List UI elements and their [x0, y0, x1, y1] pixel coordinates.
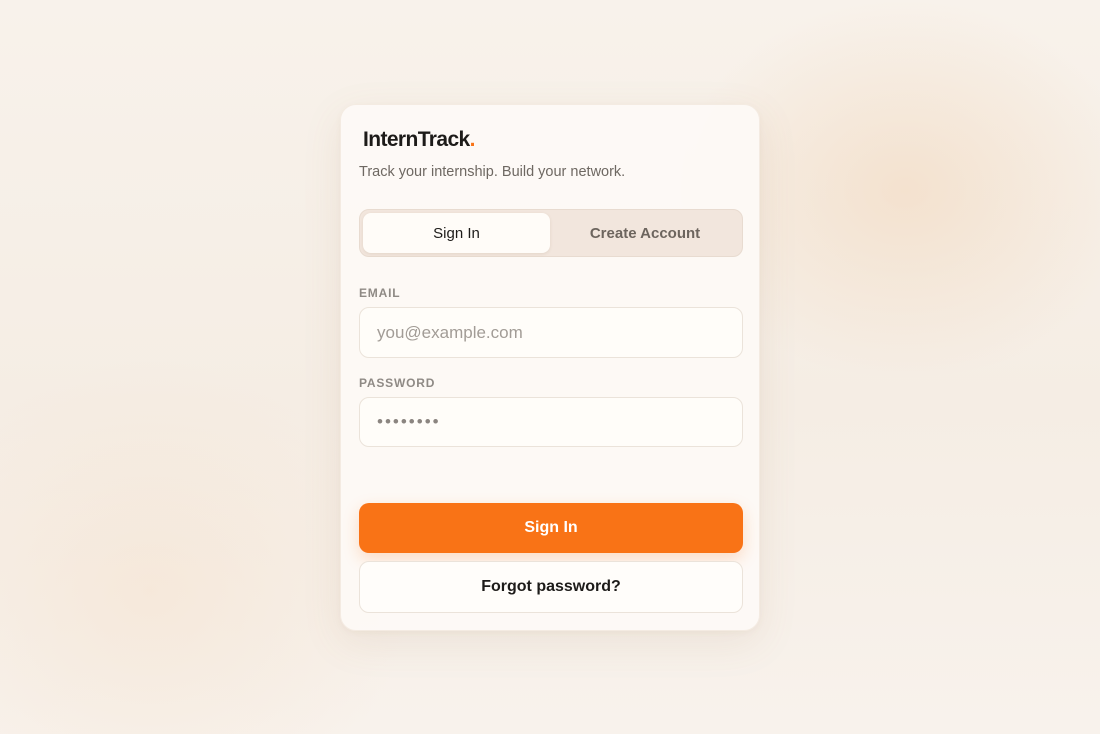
- email-label: EMAIL: [359, 286, 401, 300]
- tab-create-account[interactable]: Create Account: [550, 213, 740, 253]
- forgot-password-button[interactable]: Forgot password?: [359, 561, 743, 613]
- auth-tabs: Sign In Create Account: [359, 209, 743, 257]
- tab-sign-in[interactable]: Sign In: [363, 213, 550, 253]
- login-card: InternTrack. Track your internship. Buil…: [340, 104, 760, 631]
- brand-name: InternTrack: [363, 128, 470, 151]
- password-field[interactable]: [359, 397, 743, 447]
- password-label: PASSWORD: [359, 376, 436, 390]
- sign-in-button[interactable]: Sign In: [359, 503, 743, 553]
- brand-logo: InternTrack.: [363, 128, 476, 152]
- email-field[interactable]: [359, 307, 743, 358]
- brand-dot: .: [469, 128, 476, 151]
- tagline: Track your internship. Build your networ…: [359, 164, 626, 180]
